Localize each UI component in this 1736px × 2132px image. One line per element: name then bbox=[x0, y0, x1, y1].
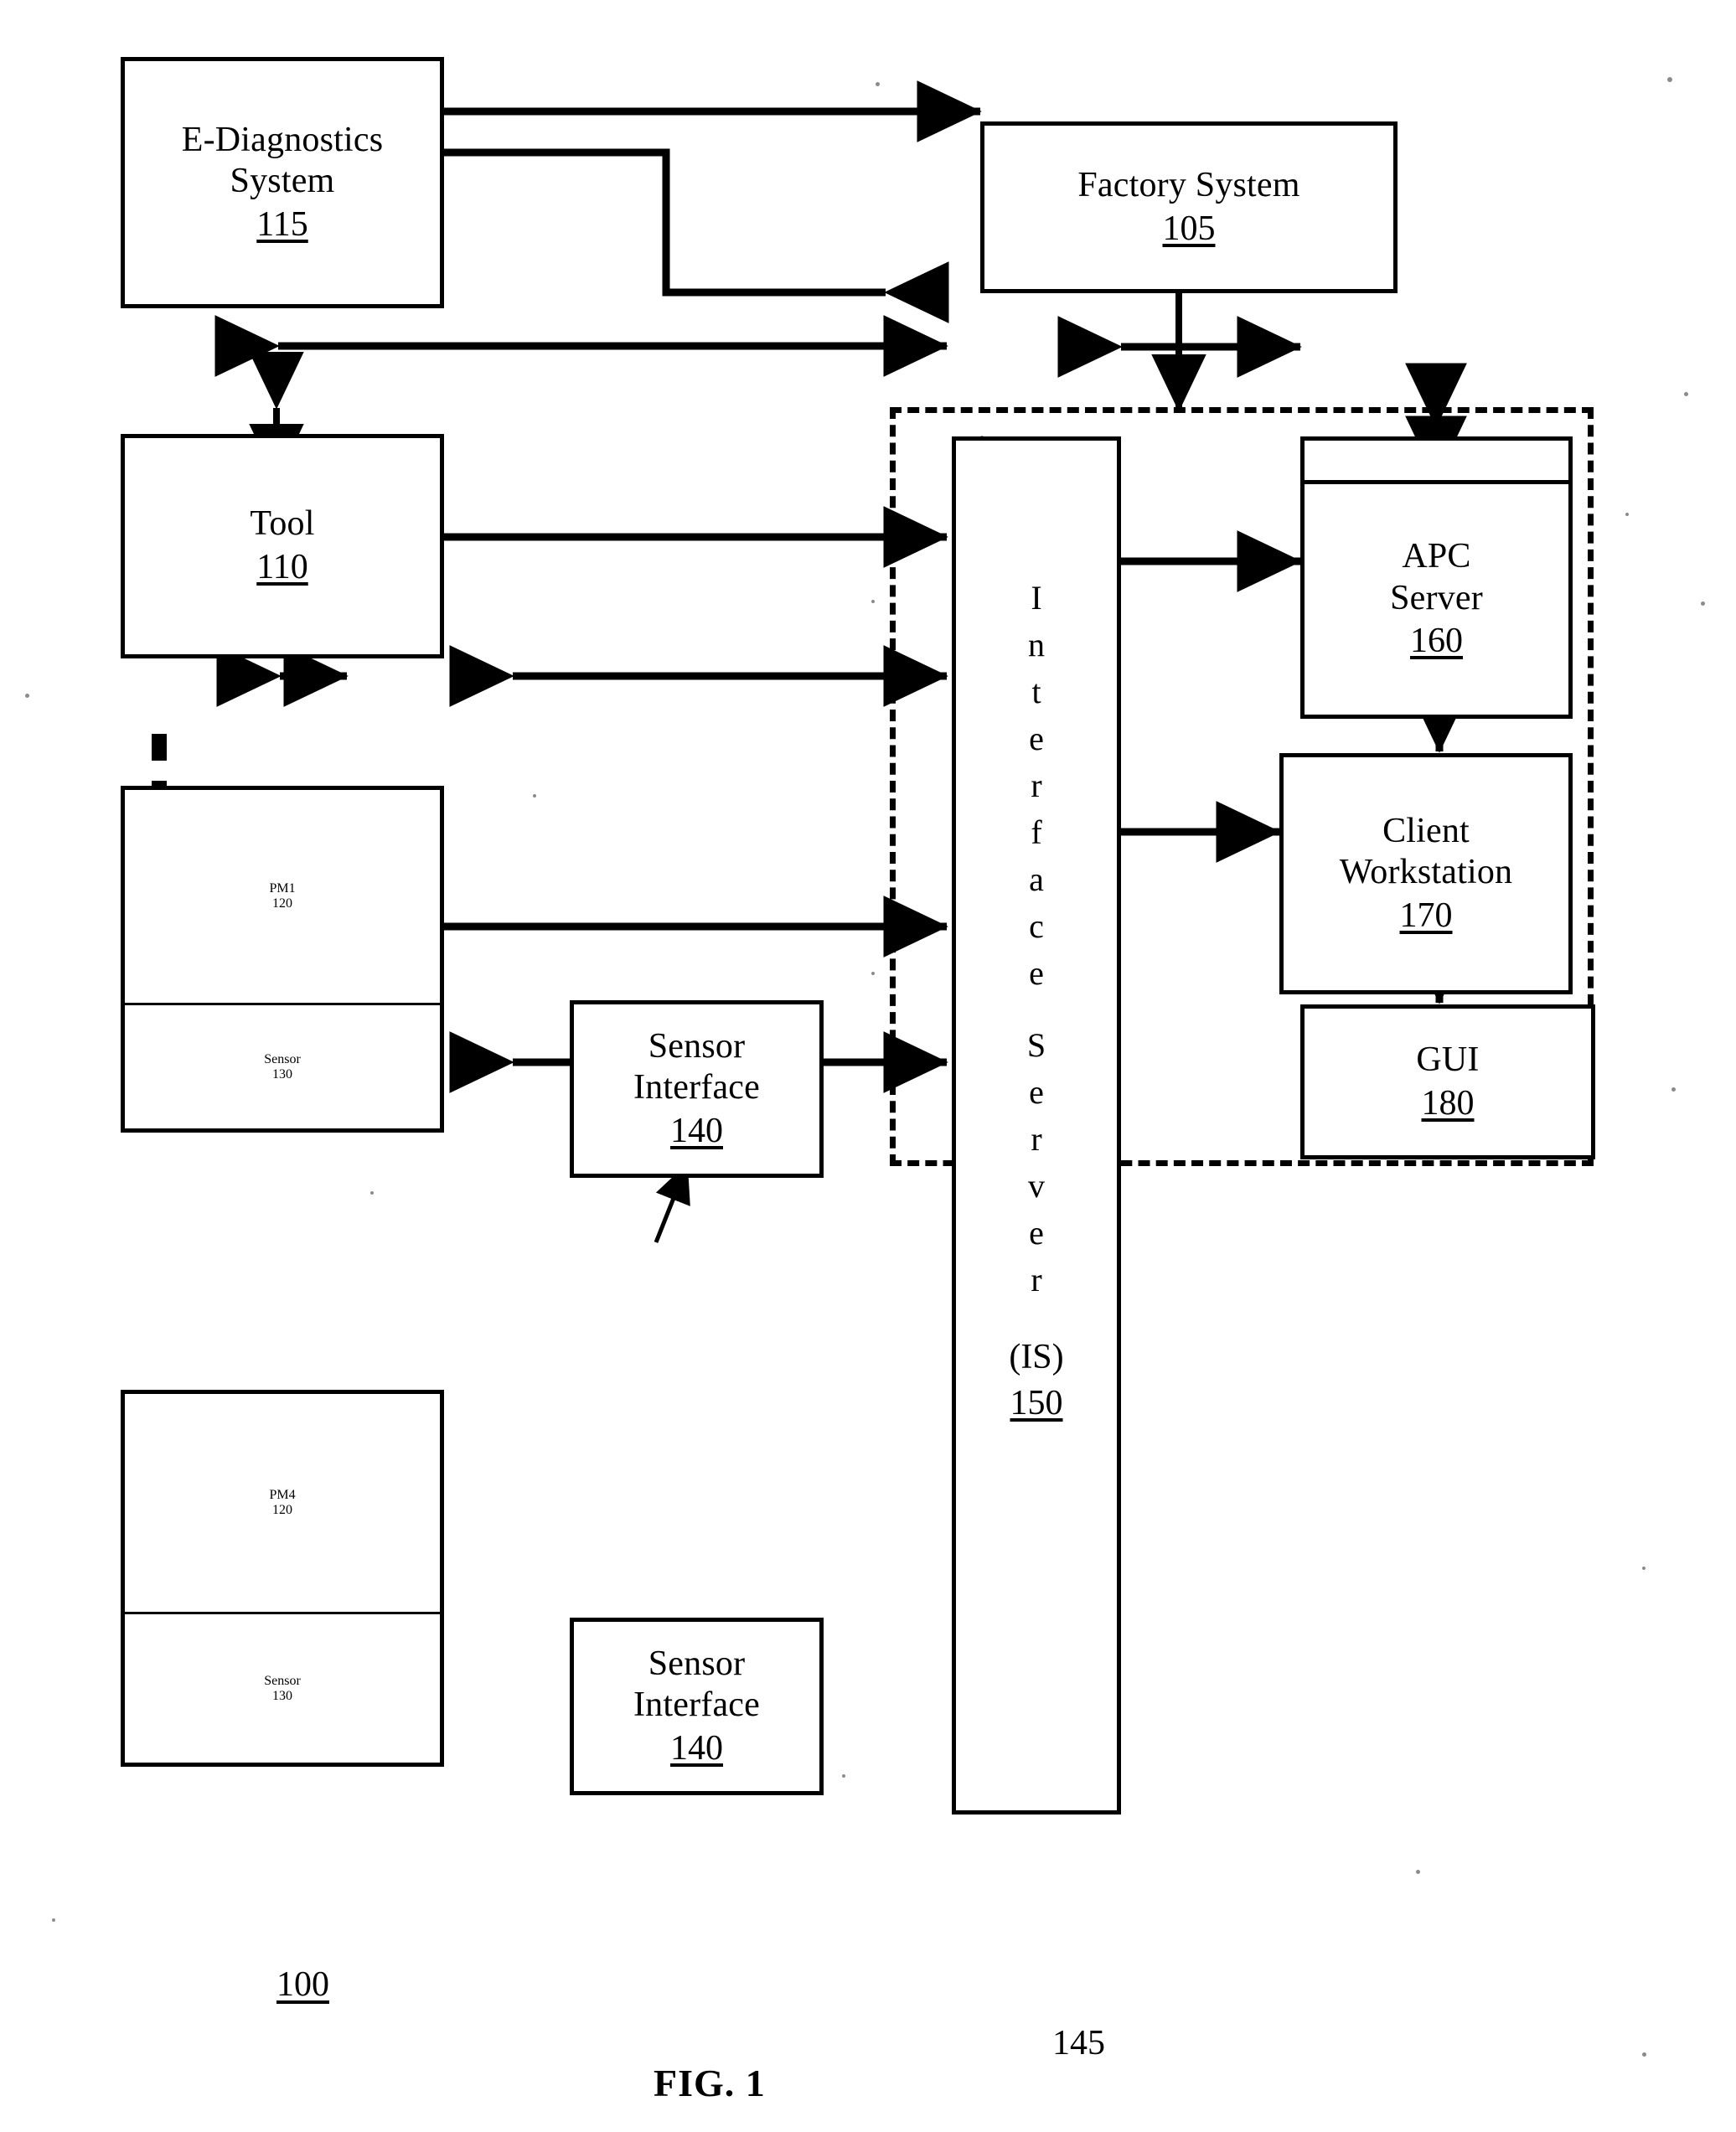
node-label: Sensor Interface bbox=[633, 1644, 760, 1725]
scan-speck bbox=[842, 1774, 845, 1778]
system-ref-100: 100 bbox=[276, 1965, 329, 2004]
node-label: Client Workstation bbox=[1339, 811, 1513, 892]
node-sensor-interface-upper[interactable]: Sensor Interface 140 bbox=[570, 1000, 824, 1178]
node-factory-system[interactable]: Factory System 105 bbox=[980, 121, 1398, 293]
node-ref: 140 bbox=[670, 1728, 723, 1768]
is-letter: t bbox=[1031, 673, 1041, 710]
node-label: Sensor Interface bbox=[633, 1026, 760, 1107]
node-ref: 115 bbox=[256, 204, 308, 244]
scan-speck bbox=[1671, 1087, 1676, 1092]
node-sensor-pm1[interactable]: Sensor 130 bbox=[121, 1005, 444, 1133]
node-apc-server-box[interactable]: APC Server 160 bbox=[1300, 480, 1573, 719]
node-ref: 130 bbox=[272, 1688, 292, 1703]
node-label: E-Diagnostics System bbox=[181, 120, 384, 201]
scan-speck bbox=[876, 82, 880, 86]
node-sensor-pm4[interactable]: Sensor 130 bbox=[121, 1614, 444, 1767]
node-pm4[interactable]: PM4 120 bbox=[121, 1390, 444, 1614]
node-ref: 120 bbox=[272, 896, 292, 911]
is-letter: e bbox=[1029, 720, 1044, 757]
scan-speck bbox=[25, 694, 29, 698]
node-ref: 105 bbox=[1162, 209, 1216, 248]
node-ref: 150 bbox=[1010, 1383, 1063, 1422]
scan-speck bbox=[1684, 392, 1688, 396]
node-ref: 180 bbox=[1421, 1083, 1475, 1123]
is-letter: e bbox=[1029, 954, 1044, 992]
node-ref: 130 bbox=[272, 1066, 292, 1081]
is-letter: f bbox=[1031, 813, 1042, 851]
is-letter: e bbox=[1029, 1214, 1044, 1252]
scan-speck bbox=[52, 1918, 55, 1922]
is-letter: c bbox=[1029, 907, 1044, 945]
node-ref: 170 bbox=[1399, 896, 1453, 935]
scan-speck bbox=[1625, 513, 1629, 516]
is-letter: S bbox=[1026, 1026, 1046, 1064]
interface-server-vertical-label: I n t e r f a c e S e r v e r bbox=[1027, 575, 1046, 1303]
node-ref: 120 bbox=[272, 1503, 292, 1517]
is-letter: r bbox=[1031, 1261, 1042, 1298]
node-tool[interactable]: Tool 110 bbox=[121, 434, 444, 658]
scan-speck bbox=[1642, 2052, 1646, 2057]
node-ref: 140 bbox=[670, 1111, 723, 1150]
interface-server-abbrev-block: (IS) 150 bbox=[1009, 1335, 1063, 1425]
is-letter: a bbox=[1029, 860, 1044, 898]
node-e-diagnostics-system[interactable]: E-Diagnostics System 115 bbox=[121, 57, 444, 308]
node-label: Tool bbox=[250, 504, 315, 544]
node-label: PM1 bbox=[269, 881, 296, 896]
node-pm1[interactable]: PM1 120 bbox=[121, 786, 444, 1005]
node-interface-server[interactable]: I n t e r f a c e S e r v e r (IS) 150 bbox=[952, 436, 1121, 1815]
node-gui[interactable]: GUI 180 bbox=[1300, 1004, 1595, 1159]
scan-speck bbox=[533, 794, 536, 798]
is-abbrev: (IS) bbox=[1009, 1338, 1064, 1376]
node-ref: 110 bbox=[256, 548, 308, 586]
is-letter: e bbox=[1029, 1073, 1044, 1111]
scan-speck bbox=[1667, 77, 1672, 82]
figure-caption: FIG. 1 bbox=[654, 2062, 766, 2104]
patent-figure-1: E-Diagnostics System 115 Factory System … bbox=[0, 0, 1736, 2132]
node-label: Factory System bbox=[1077, 165, 1300, 204]
is-letter: r bbox=[1031, 767, 1042, 804]
node-label: GUI bbox=[1416, 1040, 1480, 1079]
node-client-workstation[interactable]: Client Workstation 170 bbox=[1279, 753, 1573, 994]
node-label: PM4 bbox=[269, 1488, 296, 1502]
scan-speck bbox=[871, 972, 875, 975]
is-letter: r bbox=[1031, 1120, 1042, 1158]
node-label: Sensor bbox=[264, 1673, 301, 1688]
node-label: APC Server bbox=[1390, 537, 1483, 617]
boundary-ref-145: 145 bbox=[1052, 2024, 1105, 2062]
scan-speck bbox=[1416, 1870, 1420, 1874]
is-letter: n bbox=[1028, 626, 1045, 663]
scan-speck bbox=[370, 1191, 374, 1195]
scan-speck bbox=[1701, 601, 1705, 606]
scan-speck bbox=[871, 600, 875, 603]
node-sensor-interface-lower[interactable]: Sensor Interface 140 bbox=[570, 1618, 824, 1795]
is-letter: v bbox=[1028, 1167, 1045, 1205]
scan-speck bbox=[1642, 1567, 1646, 1570]
is-letter: I bbox=[1031, 579, 1042, 617]
node-label: Sensor bbox=[264, 1051, 301, 1066]
node-ref: 160 bbox=[1410, 622, 1463, 661]
